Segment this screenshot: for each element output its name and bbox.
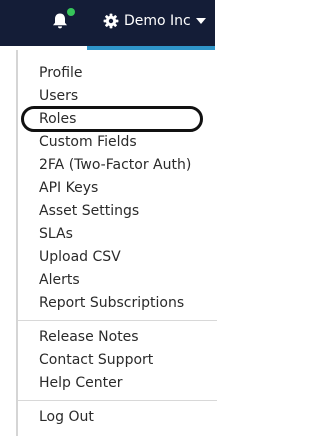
- menu-item-alerts[interactable]: Alerts: [39, 270, 80, 290]
- menu-divider: [18, 320, 217, 321]
- menu-item-custom-fields[interactable]: Custom Fields: [39, 132, 137, 152]
- gear-icon: [103, 13, 119, 29]
- menu-item-release-notes[interactable]: Release Notes: [39, 327, 139, 347]
- menu-item-help-center[interactable]: Help Center: [39, 373, 123, 393]
- menu-item-profile[interactable]: Profile: [39, 63, 83, 83]
- roles-highlight-annotation: [21, 106, 203, 132]
- menu-item-users[interactable]: Users: [39, 86, 78, 106]
- account-menu-button[interactable]: Demo Inc: [103, 9, 206, 33]
- menu-item-slas[interactable]: SLAs: [39, 224, 73, 244]
- top-navigation-bar: Demo Inc: [0, 0, 215, 46]
- menu-item-contact-support[interactable]: Contact Support: [39, 350, 153, 370]
- menu-item-report-subscriptions[interactable]: Report Subscriptions: [39, 293, 184, 313]
- menu-item-two-factor-auth[interactable]: 2FA (Two-Factor Auth): [39, 155, 191, 175]
- menu-item-api-keys[interactable]: API Keys: [39, 178, 98, 198]
- notification-indicator: [67, 8, 75, 16]
- caret-down-icon: [195, 18, 206, 24]
- menu-divider: [18, 400, 217, 401]
- menu-item-log-out[interactable]: Log Out: [39, 407, 94, 427]
- menu-item-asset-settings[interactable]: Asset Settings: [39, 201, 139, 221]
- menu-item-upload-csv[interactable]: Upload CSV: [39, 247, 121, 267]
- account-name: Demo Inc: [124, 13, 191, 29]
